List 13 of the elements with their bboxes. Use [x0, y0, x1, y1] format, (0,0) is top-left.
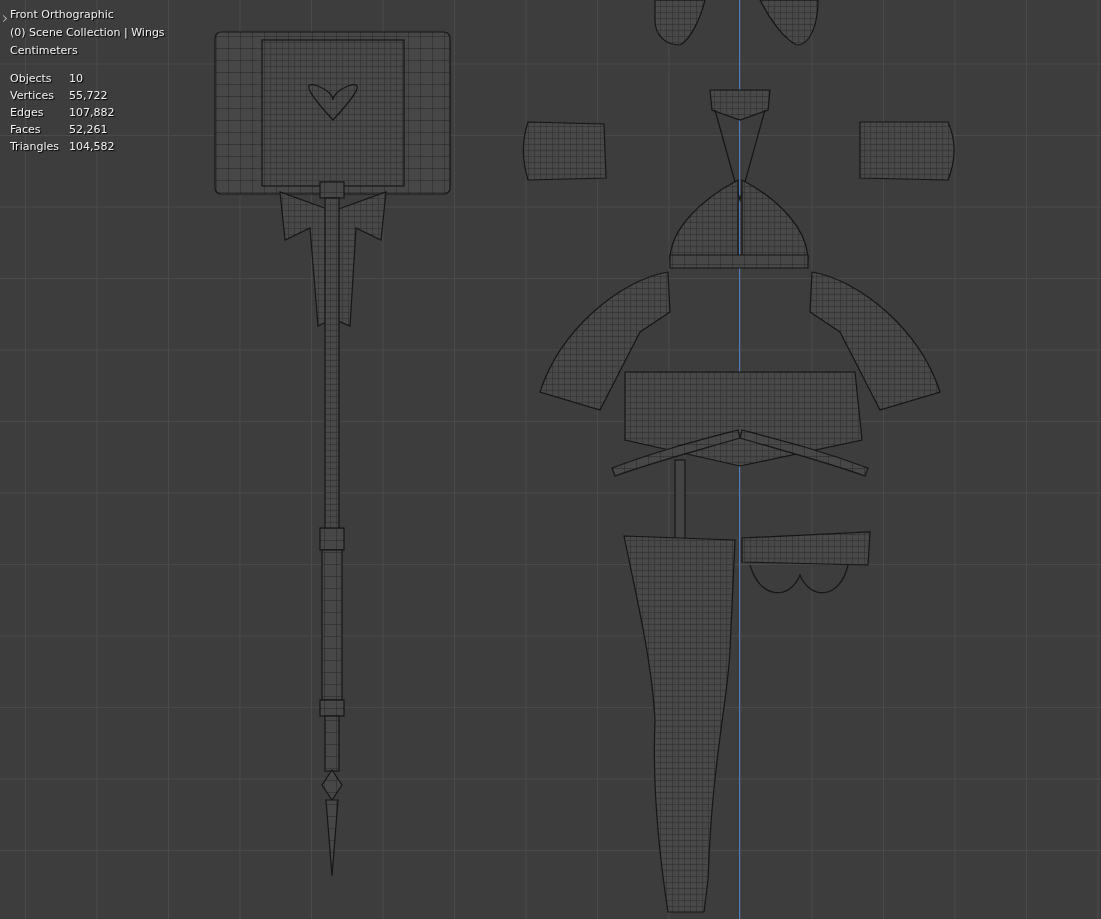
- stat-value: 104,582: [69, 139, 116, 155]
- stat-value: 10: [69, 71, 84, 87]
- stat-label: Objects: [10, 71, 53, 87]
- collection-label: (0) Scene Collection | Wings: [10, 25, 165, 41]
- view-name: Front Orthographic: [10, 7, 115, 23]
- stat-label: Faces: [10, 122, 42, 138]
- stat-label: Triangles: [10, 139, 60, 155]
- stat-value: 55,722: [69, 88, 109, 104]
- stat-label: Vertices: [10, 88, 55, 104]
- stat-value: 107,882: [69, 105, 116, 121]
- stat-value: 52,261: [69, 122, 109, 138]
- units-label: Centimeters: [10, 43, 79, 59]
- stat-label: Edges: [10, 105, 45, 121]
